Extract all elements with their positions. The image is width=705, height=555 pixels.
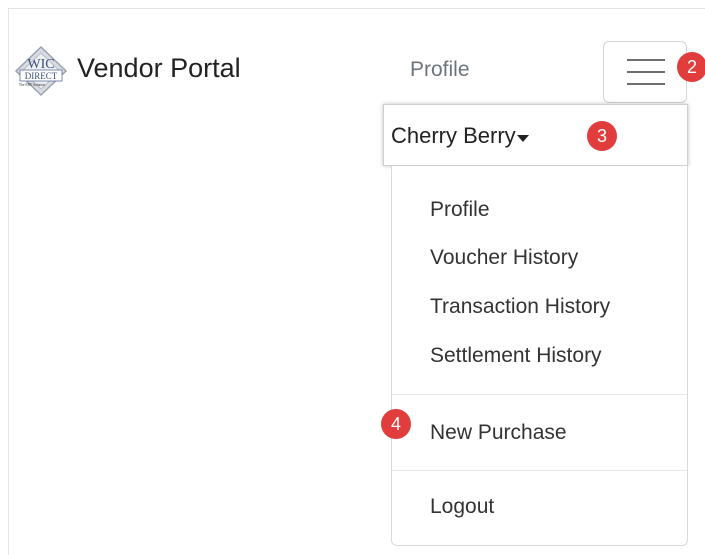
user-name: Cherry Berry (391, 123, 516, 148)
wic-direct-logo: WIC DIRECT The EBT Solution (12, 44, 70, 98)
user-dropdown-menu: Profile Voucher History Transaction Hist… (391, 166, 688, 546)
caret-down-icon (517, 135, 529, 142)
menu-item-voucher-history[interactable]: Voucher History (430, 246, 578, 270)
menu-item-settlement-history[interactable]: Settlement History (430, 344, 602, 368)
svg-text:The EBT Solution: The EBT Solution (19, 83, 45, 87)
step-badge: 2 (677, 52, 705, 82)
app-title: Vendor Portal (77, 53, 241, 83)
menu-toggle-button[interactable] (603, 41, 687, 103)
step-badge: 4 (381, 409, 411, 439)
menu-divider (392, 394, 687, 395)
step-badge: 3 (587, 121, 617, 151)
user-dropdown-toggle[interactable]: Cherry Berry 3 (383, 104, 688, 166)
svg-text:DIRECT: DIRECT (25, 71, 58, 81)
menu-item-new-purchase[interactable]: New Purchase (430, 421, 567, 445)
menu-item-logout[interactable]: Logout (430, 495, 494, 519)
nav-profile-link[interactable]: Profile (410, 58, 470, 82)
menu-divider (392, 470, 687, 471)
menu-item-transaction-history[interactable]: Transaction History (430, 295, 610, 319)
menu-item-profile[interactable]: Profile (430, 198, 490, 222)
